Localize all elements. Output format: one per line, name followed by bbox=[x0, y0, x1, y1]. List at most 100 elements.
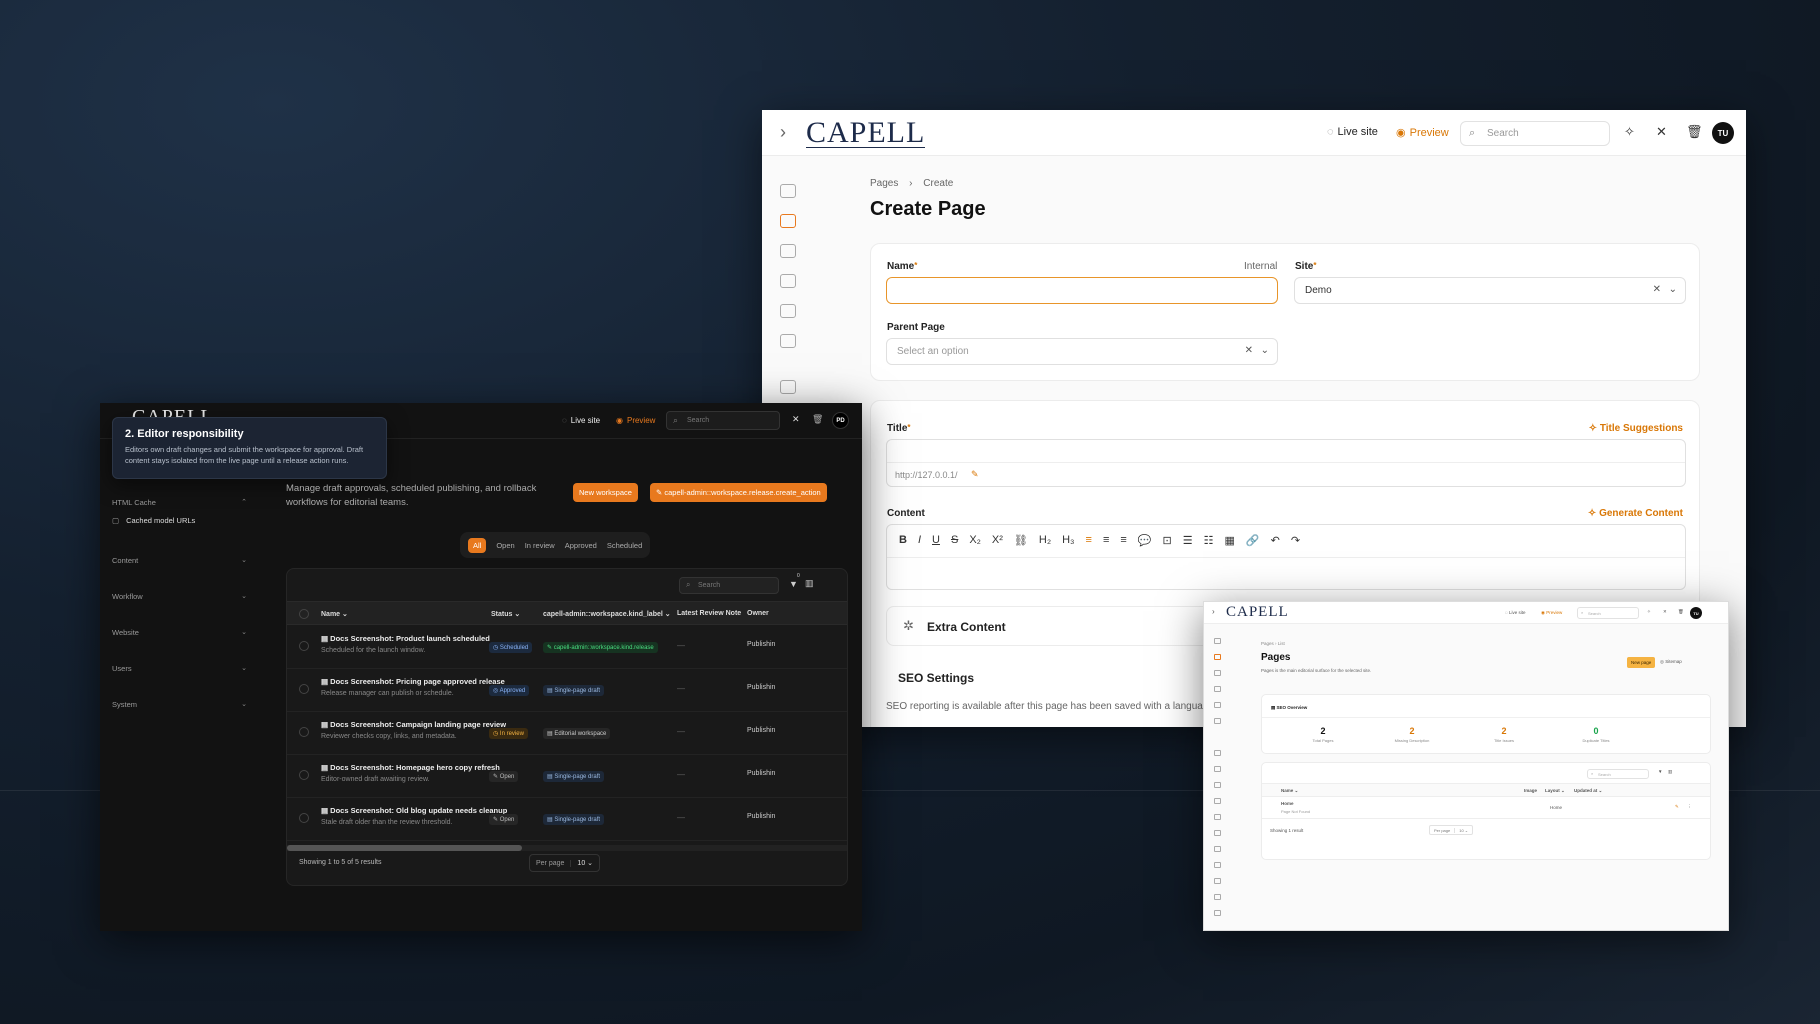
live-site-link[interactable]: ◌ Live site bbox=[1505, 610, 1525, 615]
table-row[interactable]: ▤ Docs Screenshot: Old blog update needs… bbox=[287, 798, 847, 841]
sidebar-group-html-cache[interactable]: HTML Cache ⌃ bbox=[112, 498, 247, 507]
chevron-down-icon[interactable]: ⌄ bbox=[1669, 284, 1677, 295]
table-row[interactable]: ▤ Docs Screenshot: Campaign landing page… bbox=[287, 712, 847, 755]
tools-icon[interactable]: ✕ bbox=[1656, 124, 1667, 140]
columns-icon[interactable]: ▥ bbox=[1668, 769, 1672, 775]
strike-button[interactable]: S bbox=[951, 534, 958, 547]
per-page-select[interactable]: Per page 10 ⌄ bbox=[1429, 825, 1474, 835]
title-suggestions-button[interactable]: ✧ Title Suggestions bbox=[1589, 423, 1683, 434]
copy-icon[interactable] bbox=[780, 244, 796, 258]
superscript-button[interactable]: X² bbox=[992, 534, 1003, 547]
file-icon[interactable] bbox=[1214, 766, 1221, 772]
brand-logo[interactable]: CAPELL bbox=[806, 116, 926, 150]
search-input[interactable]: ⌕ Search bbox=[666, 411, 780, 430]
site-select[interactable]: Demo ✕ ⌄ bbox=[1294, 277, 1686, 304]
sparkles-icon[interactable]: ✧ bbox=[1624, 124, 1635, 140]
tab-in-review[interactable]: In review bbox=[525, 541, 555, 550]
image-icon[interactable] bbox=[1214, 638, 1221, 644]
subscript-button[interactable]: X₂ bbox=[969, 534, 981, 547]
tab-approved[interactable]: Approved bbox=[565, 541, 597, 550]
sidebar-group-website[interactable]: Website ⌄ bbox=[112, 628, 247, 637]
folder-icon[interactable] bbox=[1214, 878, 1221, 884]
filter-icon[interactable]: ▼ bbox=[1658, 769, 1662, 774]
align-left-button[interactable]: ≡ bbox=[1086, 534, 1092, 547]
search-input[interactable]: ⌕ Search bbox=[1460, 121, 1610, 146]
tools-icon[interactable]: ✕ bbox=[1663, 609, 1667, 615]
horizontal-scrollbar[interactable] bbox=[287, 845, 847, 851]
chevron-down-icon[interactable]: ⌄ bbox=[1261, 345, 1269, 356]
preview-link[interactable]: ◉ Preview bbox=[1396, 126, 1449, 140]
live-site-link[interactable]: ◌ Live site bbox=[562, 416, 600, 425]
link-button[interactable]: ⛓ bbox=[1014, 534, 1028, 547]
italic-button[interactable]: I bbox=[918, 534, 921, 547]
underline-button[interactable]: U bbox=[932, 534, 940, 547]
cube-icon[interactable] bbox=[1214, 718, 1221, 724]
list-icon[interactable] bbox=[1214, 846, 1221, 852]
bullet-list-button[interactable]: ☰ bbox=[1183, 534, 1193, 547]
table-row[interactable]: ▤ Docs Screenshot: Homepage hero copy re… bbox=[287, 755, 847, 798]
expand-sidebar-icon[interactable]: › bbox=[780, 122, 786, 143]
title-input[interactable]: http://127.0.0.1/ ✎ bbox=[886, 439, 1686, 487]
label-icon[interactable] bbox=[1214, 894, 1221, 900]
release-action-button[interactable]: ✎ capell-admin::workspace.release.create… bbox=[650, 483, 827, 502]
sidebar-group-content[interactable]: Content ⌄ bbox=[112, 556, 247, 565]
table-search-input[interactable]: ⌕ Search bbox=[1587, 769, 1649, 779]
copy-icon[interactable] bbox=[1214, 670, 1221, 676]
comment-button[interactable]: 💬 bbox=[1138, 534, 1152, 547]
filter-icon[interactable]: ▼ bbox=[789, 579, 798, 589]
document-icon[interactable] bbox=[780, 274, 796, 288]
trash-icon[interactable]: 🗑 bbox=[1686, 124, 1703, 140]
column-name[interactable]: Name ⌄ bbox=[1281, 788, 1298, 794]
user-avatar[interactable]: TU bbox=[1690, 607, 1702, 619]
pages-icon[interactable] bbox=[1214, 654, 1221, 660]
table-row[interactable]: Home Page Not Found Home ✎ ⋮ bbox=[1262, 797, 1710, 819]
table-button[interactable]: ▦ bbox=[1224, 534, 1234, 547]
align-right-button[interactable]: ≡ bbox=[1120, 534, 1126, 547]
row-checkbox[interactable] bbox=[299, 727, 309, 737]
row-checkbox[interactable] bbox=[299, 684, 309, 694]
globe-icon[interactable] bbox=[1214, 830, 1221, 836]
search-input[interactable]: ⌕ Search bbox=[1577, 607, 1639, 619]
clear-icon[interactable]: ✕ bbox=[1653, 284, 1661, 295]
column-name[interactable]: Name ⌄ bbox=[321, 610, 348, 618]
align-center-button[interactable]: ≡ bbox=[1103, 534, 1109, 547]
tab-all[interactable]: All bbox=[468, 537, 487, 553]
calendar-icon[interactable] bbox=[780, 304, 796, 318]
sidebar-group-users[interactable]: Users ⌄ bbox=[112, 664, 247, 673]
new-workspace-button[interactable]: New workspace bbox=[573, 483, 638, 502]
trash-icon[interactable]: 🗑 bbox=[812, 414, 823, 425]
calendar-icon[interactable] bbox=[1214, 702, 1221, 708]
column-updated-at[interactable]: Updated at ⌄ bbox=[1574, 788, 1602, 794]
pages-icon[interactable] bbox=[780, 214, 796, 228]
live-site-link[interactable]: ◌ Live site bbox=[1327, 126, 1378, 138]
tools-icon[interactable]: ✕ bbox=[792, 414, 800, 425]
h3-button[interactable]: H₃ bbox=[1062, 534, 1074, 547]
undo-button[interactable]: ↶ bbox=[1271, 534, 1280, 547]
select-all-checkbox[interactable] bbox=[299, 609, 309, 619]
redo-button[interactable]: ↷ bbox=[1291, 534, 1300, 547]
column-layout[interactable]: Layout ⌄ bbox=[1545, 788, 1565, 794]
parent-page-select[interactable]: Select an option ✕ ⌄ bbox=[886, 338, 1278, 365]
attach-button[interactable]: 🔗 bbox=[1246, 534, 1260, 547]
more-icon[interactable]: ⋮ bbox=[1687, 804, 1692, 810]
ordered-list-button[interactable]: ☷ bbox=[1204, 534, 1214, 547]
table-row[interactable]: ▤ Docs Screenshot: Product launch schedu… bbox=[287, 626, 847, 669]
preview-link[interactable]: ◉ Preview bbox=[616, 416, 655, 425]
filter-icon[interactable] bbox=[1214, 782, 1221, 788]
brand-logo[interactable]: CAPELL bbox=[1226, 604, 1289, 621]
sitemap-button[interactable]: ◎ Sitemap bbox=[1660, 659, 1682, 665]
table-search-input[interactable]: ⌕ Search bbox=[679, 577, 779, 594]
trash-icon[interactable]: 🗑 bbox=[1678, 609, 1684, 615]
user-avatar[interactable]: TU bbox=[1712, 122, 1734, 144]
tab-scheduled[interactable]: Scheduled bbox=[607, 541, 642, 550]
columns-icon[interactable]: ▥ bbox=[805, 578, 814, 589]
embed-button[interactable]: ⊡ bbox=[1163, 534, 1172, 547]
content-editor[interactable]: B I U S X₂ X² ⛓ H₂ H₃ ≡ ≡ ≡ 💬 ⊡ ☰ ☷ ▦ 🔗 … bbox=[886, 524, 1686, 590]
briefcase-icon[interactable] bbox=[1214, 910, 1221, 916]
row-checkbox[interactable] bbox=[299, 813, 309, 823]
breadcrumb-pages[interactable]: Pages bbox=[1261, 641, 1274, 646]
row-checkbox[interactable] bbox=[299, 770, 309, 780]
chart-icon[interactable] bbox=[1214, 798, 1221, 804]
user-avatar[interactable]: PD bbox=[832, 412, 849, 429]
h2-button[interactable]: H₂ bbox=[1039, 534, 1051, 547]
